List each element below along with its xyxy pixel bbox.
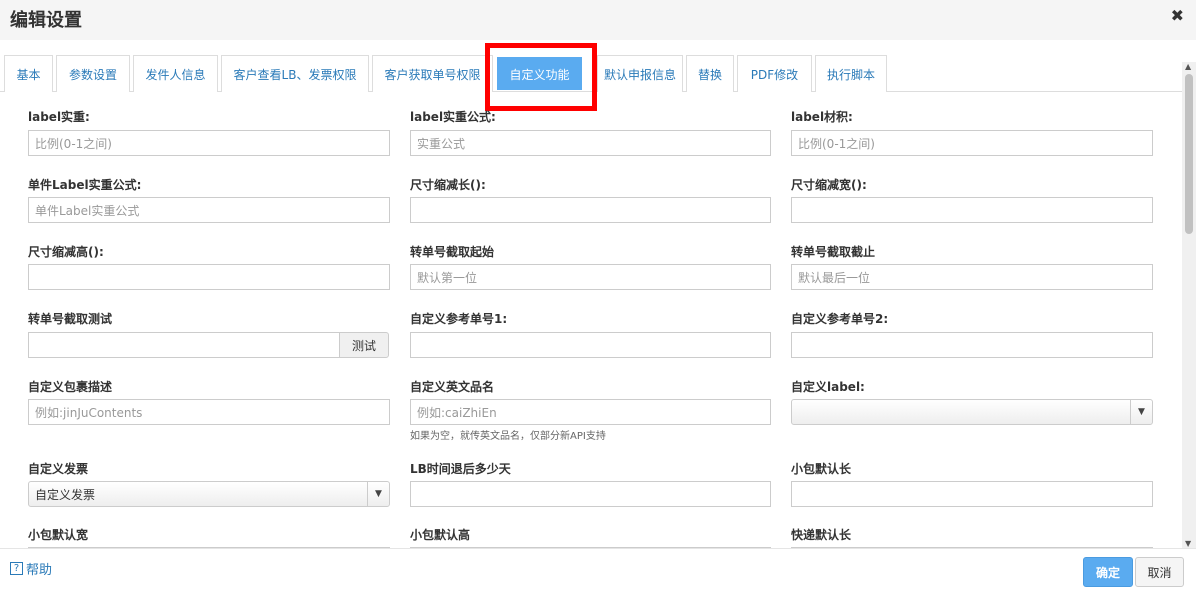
- cut-test-label: 转单号截取测试: [28, 312, 113, 326]
- shrink-height-input[interactable]: [28, 264, 390, 290]
- dialog-header: 编辑设置 ✖: [0, 0, 1196, 40]
- cut-start-label: 转单号截取起始: [410, 245, 495, 259]
- dialog-footer: ? 帮助 确定 取消: [0, 548, 1196, 590]
- help-link[interactable]: ? 帮助: [10, 559, 52, 578]
- test-button[interactable]: 测试: [339, 332, 389, 358]
- cancel-button[interactable]: 取消: [1135, 557, 1184, 587]
- custom-invoice-label: 自定义发票: [28, 462, 89, 476]
- shrink-width-input[interactable]: [791, 197, 1153, 223]
- shrink-length-label: 尺寸缩减长():: [410, 178, 486, 192]
- tab-sender[interactable]: 发件人信息: [133, 55, 218, 92]
- tab-customer-tracking[interactable]: 客户获取单号权限: [372, 55, 493, 92]
- ref-no-1-label: 自定义参考单号1:: [410, 312, 508, 326]
- help-icon: ?: [10, 562, 23, 575]
- tab-customer-lb[interactable]: 客户查看LB、发票权限: [221, 55, 369, 92]
- package-desc-label: 自定义包裹描述: [28, 380, 113, 394]
- ok-button[interactable]: 确定: [1083, 557, 1133, 587]
- single-label-formula-input[interactable]: 单件Label实重公式: [28, 197, 390, 223]
- tab-bar: 基本 参数设置 发件人信息 客户查看LB、发票权限 客户获取单号权限 自定义功能…: [0, 40, 1196, 92]
- ref-no-2-input[interactable]: [791, 332, 1153, 358]
- single-label-formula-label: 单件Label实重公式:: [28, 178, 142, 192]
- label-formula-input[interactable]: 实重公式: [410, 130, 771, 156]
- cut-end-input[interactable]: 默认最后一位: [791, 264, 1153, 290]
- label-weight-label: label实重:: [28, 110, 90, 124]
- lb-delay-input[interactable]: [410, 481, 771, 507]
- help-label: 帮助: [26, 563, 53, 578]
- custom-label-select[interactable]: ▼: [791, 399, 1153, 425]
- small-pkg-height-label: 小包默认高: [410, 528, 471, 542]
- vertical-scrollbar[interactable]: ▲ ▼: [1182, 62, 1196, 548]
- shrink-length-input[interactable]: [410, 197, 771, 223]
- scroll-down-icon[interactable]: ▼: [1185, 539, 1191, 548]
- tab-declaration[interactable]: 默认申报信息: [597, 55, 683, 92]
- custom-invoice-select[interactable]: 自定义发票 ▼: [28, 481, 390, 507]
- form-content: label实重: 比例(0-1之间) label实重公式: 实重公式 label…: [0, 92, 1182, 548]
- ref-no-1-input[interactable]: [410, 332, 771, 358]
- label-volume-input[interactable]: 比例(0-1之间): [791, 130, 1153, 156]
- cut-start-input[interactable]: 默认第一位: [410, 264, 771, 290]
- cut-end-label: 转单号截取截止: [791, 245, 876, 259]
- custom-invoice-value: 自定义发票: [35, 487, 96, 502]
- cut-test-input[interactable]: [28, 332, 340, 358]
- tab-script[interactable]: 执行脚本: [815, 55, 887, 92]
- ref-no-2-label: 自定义参考单号2:: [791, 312, 889, 326]
- dialog-title: 编辑设置: [10, 10, 82, 31]
- tab-params[interactable]: 参数设置: [56, 55, 130, 92]
- shrink-height-label: 尺寸缩减高():: [28, 245, 104, 259]
- label-formula-label: label实重公式:: [410, 110, 496, 124]
- label-weight-input[interactable]: 比例(0-1之间): [28, 130, 390, 156]
- english-name-hint: 如果为空，就传英文品名，仅部分新API支持: [410, 431, 606, 442]
- custom-label-label: 自定义label:: [791, 380, 865, 394]
- shrink-width-label: 尺寸缩减宽():: [791, 178, 867, 192]
- tab-basic[interactable]: 基本: [4, 55, 53, 92]
- chevron-down-icon[interactable]: ▼: [1130, 400, 1152, 424]
- tab-custom-functions[interactable]: 自定义功能: [497, 57, 582, 90]
- english-name-label: 自定义英文品名: [410, 380, 495, 394]
- package-desc-input[interactable]: 例如:jinJuContents: [28, 399, 390, 425]
- lb-delay-label: LB时间退后多少天: [410, 462, 511, 476]
- tab-pdf[interactable]: PDF修改: [737, 55, 812, 92]
- small-pkg-length-input[interactable]: [791, 481, 1153, 507]
- label-volume-label: label材积:: [791, 110, 853, 124]
- small-pkg-length-label: 小包默认长: [791, 462, 852, 476]
- express-length-label: 快递默认长: [791, 528, 852, 542]
- tab-replace[interactable]: 替换: [686, 55, 734, 92]
- close-icon[interactable]: ✖: [1171, 6, 1184, 25]
- small-pkg-width-label: 小包默认宽: [28, 528, 89, 542]
- english-name-input[interactable]: 例如:caiZhiEn: [410, 399, 771, 425]
- scrollbar-thumb[interactable]: [1185, 74, 1193, 234]
- chevron-down-icon[interactable]: ▼: [367, 482, 389, 506]
- scroll-up-icon[interactable]: ▲: [1185, 62, 1191, 71]
